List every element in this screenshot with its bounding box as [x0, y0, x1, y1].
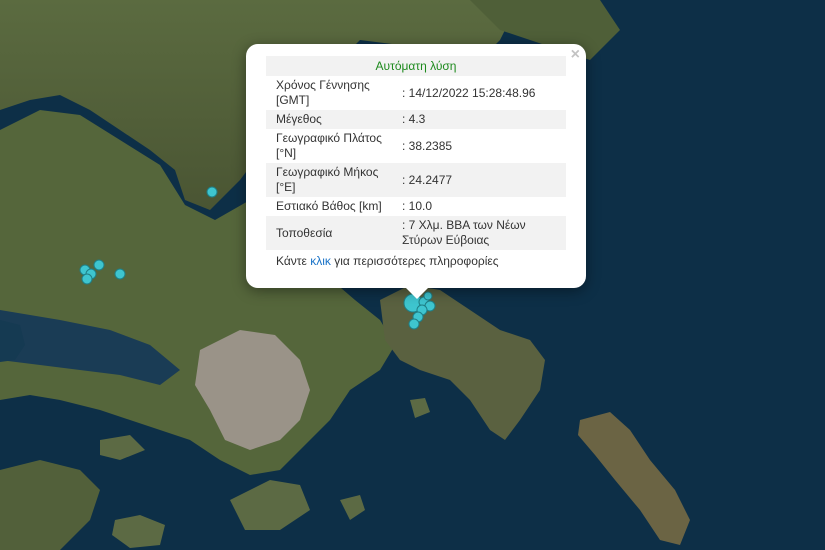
more-suffix: για περισσότερες πληροφορίες [330, 254, 499, 268]
row-label: Τοποθεσία [266, 216, 400, 250]
popup-tip [405, 287, 429, 299]
earthquake-popup: × Αυτόματη λύση Χρόνος Γέννησης [GMT] : … [246, 44, 586, 288]
table-row: Γεωγραφικό Πλάτος [°N] : 38.2385 [266, 129, 566, 163]
more-info-link[interactable]: κλικ [310, 254, 331, 268]
event-details-table: Αυτόματη λύση Χρόνος Γέννησης [GMT] : 14… [266, 56, 566, 250]
row-label: Εστιακό Βάθος [km] [276, 199, 382, 213]
marker-north[interactable] [206, 186, 218, 198]
table-row: Γεωγραφικό Μήκος [°E] : 24.2477 [266, 163, 566, 197]
marker-cluster-5[interactable] [408, 318, 420, 330]
more-prefix: Κάντε [276, 254, 311, 268]
popup-title-row: Αυτόματη λύση [266, 56, 566, 76]
marker-west-5[interactable] [114, 268, 126, 280]
row-label: Μέγεθος [266, 110, 400, 129]
row-label: Γεωγραφικό Πλάτος [°N] [276, 131, 382, 160]
row-value: : 7 Χλμ. ΒΒΑ των Νέων Στύρων Εύβοιας [400, 216, 566, 250]
popup-title: Αυτόματη λύση [266, 56, 566, 76]
marker-west-4[interactable] [93, 259, 105, 271]
table-row: Εστιακό Βάθος [km] : 10.0 [266, 197, 566, 216]
row-value: : 24.2477 [400, 163, 566, 197]
row-value: : 4.3 [400, 110, 566, 129]
table-row: Τοποθεσία : 7 Χλμ. ΒΒΑ των Νέων Στύρων Ε… [266, 216, 566, 250]
row-value: : 14/12/2022 15:28:48.96 [402, 85, 536, 100]
row-value: : 10.0 [402, 199, 433, 213]
row-label: Γεωγραφικό Μήκος [°E] [266, 163, 400, 197]
table-row: Χρόνος Γέννησης [GMT] : 14/12/2022 15:28… [266, 76, 566, 110]
more-info-text: Κάντε κλικ για περισσότερες πληροφορίες [266, 250, 566, 268]
row-value: : 38.2385 [402, 138, 453, 153]
row-label: Χρόνος Γέννησης [GMT] [276, 78, 370, 107]
close-icon[interactable]: × [571, 46, 580, 64]
table-row: Μέγεθος : 4.3 [266, 110, 566, 129]
marker-west-3[interactable] [81, 273, 93, 285]
